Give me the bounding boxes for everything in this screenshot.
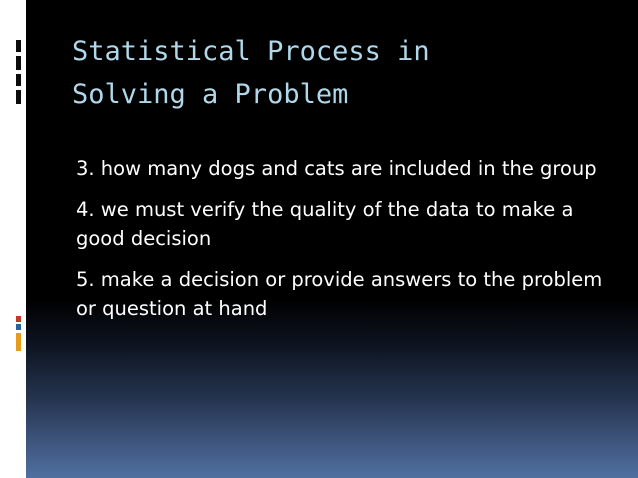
slide-title: Statistical Process in Solving a Problem (72, 36, 430, 110)
slide-body-list: 3. how many dogs and cats are included i… (76, 154, 606, 335)
left-accent-bar (0, 0, 26, 478)
left-bar-decoration-top (16, 40, 21, 104)
decoration-block (16, 40, 21, 52)
list-item: 5. make a decision or provide answers to… (76, 268, 603, 320)
list-item: 4. we must verify the quality of the dat… (76, 198, 574, 250)
decoration-block (16, 74, 21, 86)
list-item: 3. how many dogs and cats are included i… (76, 157, 597, 180)
decoration-block-red (16, 316, 21, 322)
decoration-block-orange (16, 333, 21, 351)
decoration-block-blue (16, 324, 21, 330)
decoration-block (16, 90, 21, 104)
slide: Statistical Process in Solving a Problem… (0, 0, 638, 478)
decoration-block (16, 56, 21, 70)
left-bar-decoration-bottom (16, 316, 21, 355)
